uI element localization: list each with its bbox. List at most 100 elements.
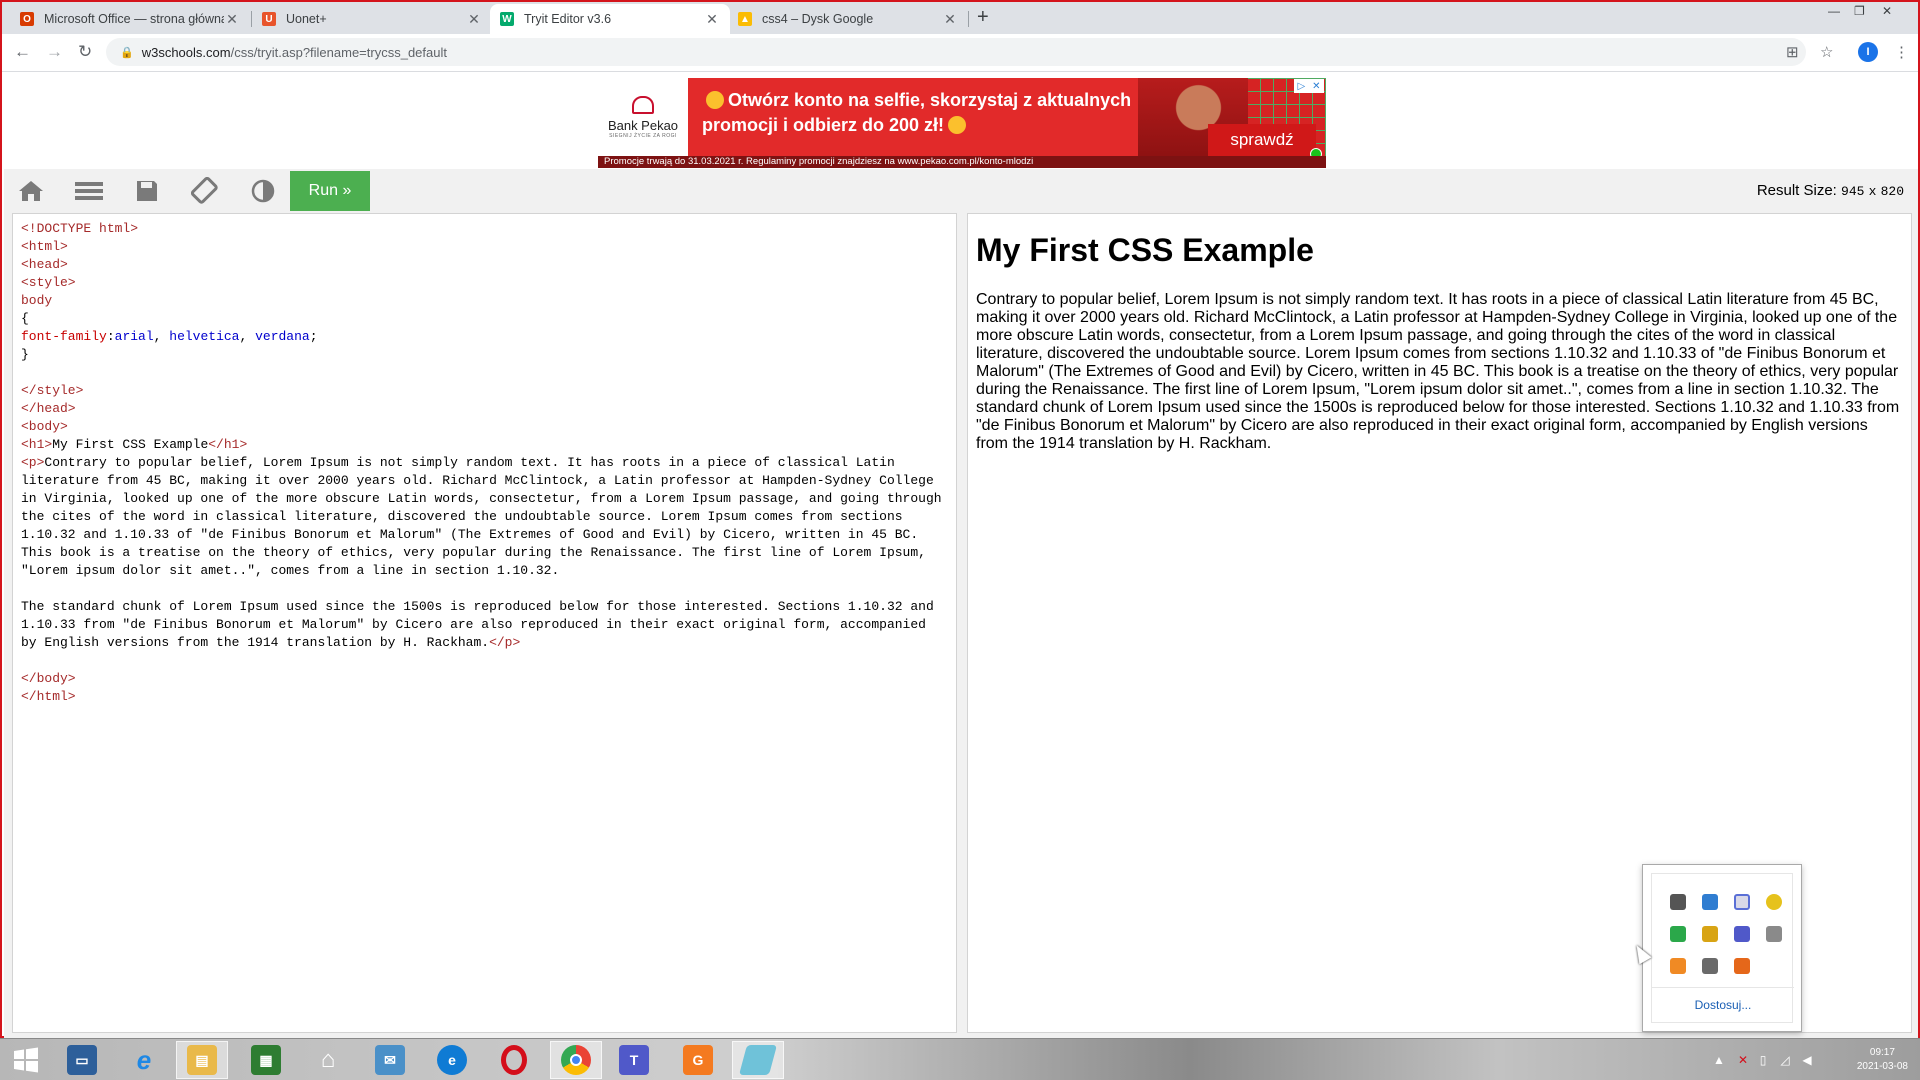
menu-icon[interactable] bbox=[74, 177, 104, 205]
taskbar-clock[interactable]: 09:17 2021-03-08 bbox=[1857, 1046, 1908, 1074]
save-icon[interactable] bbox=[132, 177, 162, 205]
tab-title: css4 – Dysk Google bbox=[762, 12, 874, 26]
rotate-icon[interactable] bbox=[190, 177, 220, 205]
tab-bar: O Microsoft Office — strona główna ✕ U U… bbox=[2, 2, 1918, 34]
close-icon[interactable]: ✕ bbox=[466, 11, 482, 28]
code-brace-close: } bbox=[21, 347, 29, 362]
code-body-open: <body> bbox=[21, 419, 68, 434]
url-host: w3schools.com bbox=[141, 44, 231, 60]
minimize-icon[interactable]: — bbox=[1828, 4, 1840, 18]
translate-icon[interactable]: ⊞ bbox=[1786, 43, 1799, 61]
wifi-icon[interactable]: ◿ bbox=[1778, 1053, 1792, 1067]
teams-icon[interactable] bbox=[1734, 926, 1750, 942]
clock-time: 09:17 bbox=[1869, 1047, 1895, 1058]
profile-avatar[interactable]: I bbox=[1858, 42, 1878, 62]
address-toolbar: ← → ↻ 🔒 w3schools.com /css/tryit.asp?fil… bbox=[2, 34, 1918, 72]
teams-app[interactable]: T bbox=[608, 1041, 660, 1079]
code-p-open: <p> bbox=[21, 455, 45, 470]
volume-icon[interactable]: ◀ bbox=[1800, 1053, 1814, 1067]
code-p-close: </p> bbox=[489, 635, 521, 650]
windows-taskbar: ▭ e ▤ ▦ ⌂ ✉ e T G ▲ ✕ ▯ ◿ ◀ 09:17 2021-0… bbox=[0, 1038, 1920, 1080]
code-head-open: <head> bbox=[21, 257, 68, 272]
show-hidden-icons-icon[interactable]: ▲ bbox=[1712, 1053, 1726, 1067]
teams-icon: T bbox=[619, 1045, 649, 1075]
ad-choices[interactable]: ▷ ✕ bbox=[1294, 79, 1324, 93]
close-icon[interactable]: ✕ bbox=[942, 11, 958, 28]
box-icon[interactable] bbox=[1702, 926, 1718, 942]
code-h1-open: <h1> bbox=[21, 437, 53, 452]
home-app[interactable]: ⌂ bbox=[302, 1041, 354, 1079]
adchoices-icon[interactable]: ▷ bbox=[1297, 81, 1305, 92]
pdf-app[interactable]: G bbox=[672, 1041, 724, 1079]
close-icon[interactable]: ✕ bbox=[1312, 81, 1320, 92]
url-path: /css/tryit.asp?filename=trycss_default bbox=[230, 44, 447, 60]
theme-icon[interactable] bbox=[248, 177, 278, 205]
start-button[interactable] bbox=[0, 1041, 52, 1079]
file-explorer[interactable]: ▤ bbox=[176, 1041, 228, 1079]
lenovo-app-icon: ▭ bbox=[67, 1045, 97, 1075]
microsoft-store[interactable]: ▦ bbox=[240, 1041, 292, 1079]
clock-date: 2021-03-08 bbox=[1856, 1061, 1908, 1072]
tab-uonet[interactable]: U Uonet+ ✕ bbox=[252, 4, 492, 34]
code-body-close: </body> bbox=[21, 671, 76, 686]
close-window-icon[interactable]: ✕ bbox=[1882, 4, 1892, 18]
close-icon[interactable]: ✕ bbox=[704, 11, 720, 28]
tryit-toolbar: Run » Result Size: 945 x 820 bbox=[4, 169, 1918, 213]
result-paragraph: Contrary to popular belief, Lorem Ipsum … bbox=[976, 291, 1900, 452]
code-value-1: arial bbox=[114, 329, 154, 344]
code-p-text-2: The standard chunk of Lorem Ipsum used s… bbox=[21, 599, 942, 650]
code-editor[interactable]: <!DOCTYPE html> <html> <head> <style> bo… bbox=[12, 213, 957, 1033]
lenovo-icon[interactable] bbox=[1670, 894, 1686, 910]
notepad-app[interactable] bbox=[732, 1041, 784, 1079]
tab-separator bbox=[968, 11, 969, 27]
network-error-icon[interactable]: ✕ bbox=[1736, 1053, 1750, 1067]
customize-link[interactable]: Dostosuj... bbox=[1652, 987, 1794, 1012]
internet-explorer[interactable]: e bbox=[118, 1041, 170, 1079]
close-icon[interactable]: ✕ bbox=[224, 11, 240, 28]
tray-icon-panel: Dostosuj... bbox=[1651, 873, 1794, 1023]
lock-icon[interactable]: 🔒 bbox=[120, 46, 134, 59]
new-tab-button[interactable]: + bbox=[977, 6, 989, 29]
pdf-icon[interactable] bbox=[1734, 958, 1750, 974]
network-drive-icon[interactable] bbox=[1702, 894, 1718, 910]
battery-icon[interactable]: ▯ bbox=[1756, 1053, 1770, 1067]
tab-google-drive[interactable]: ▲ css4 – Dysk Google ✕ bbox=[728, 4, 968, 34]
code-style-open: <style> bbox=[21, 275, 76, 290]
run-button[interactable]: Run » bbox=[290, 171, 370, 211]
mail-app[interactable]: ✉ bbox=[364, 1041, 416, 1079]
ad-banner[interactable]: Bank Pekao SIEGNIJ ŻYCIE ZA ROGI Otwórz … bbox=[598, 78, 1326, 168]
file-explorer-icon: ▤ bbox=[187, 1045, 217, 1075]
code-value-3: verdana bbox=[255, 329, 310, 344]
ad-headline-line-2: promocji i odbierz do 200 zł! bbox=[702, 115, 945, 135]
url-bar[interactable]: 🔒 w3schools.com /css/tryit.asp?filename=… bbox=[106, 38, 1806, 66]
forward-icon[interactable]: → bbox=[46, 42, 63, 62]
code-selector: body bbox=[21, 293, 53, 308]
bank-name: Bank Pekao bbox=[607, 117, 679, 133]
opera-browser[interactable] bbox=[488, 1041, 540, 1079]
reload-icon[interactable]: ↻ bbox=[78, 42, 92, 62]
chrome-browser[interactable] bbox=[550, 1041, 602, 1079]
google-drive-icon: ▲ bbox=[738, 12, 752, 26]
backup-icon[interactable] bbox=[1670, 958, 1686, 974]
edge-browser[interactable]: e bbox=[426, 1041, 478, 1079]
home-icon[interactable] bbox=[16, 177, 46, 205]
mail-icon: ✉ bbox=[375, 1045, 405, 1075]
code-head-close: </head> bbox=[21, 401, 76, 416]
ad-cta-button[interactable]: sprawdź bbox=[1208, 124, 1316, 156]
update-icon[interactable] bbox=[1766, 894, 1782, 910]
sunglasses-emoji-icon bbox=[948, 116, 967, 134]
internet-explorer-icon: e bbox=[136, 1044, 152, 1075]
back-icon[interactable]: ← bbox=[14, 42, 31, 62]
bookmark-star-icon[interactable]: ☆ bbox=[1820, 43, 1833, 61]
defender-icon[interactable] bbox=[1670, 926, 1686, 942]
restore-icon[interactable]: ❐ bbox=[1854, 4, 1865, 18]
printer-icon[interactable] bbox=[1702, 958, 1718, 974]
result-size-label: Result Size: bbox=[1756, 182, 1837, 199]
usb-icon[interactable] bbox=[1766, 926, 1782, 942]
bluetooth-icon[interactable] bbox=[1734, 894, 1750, 910]
result-x: x bbox=[1868, 184, 1877, 199]
tab-office[interactable]: O Microsoft Office — strona główna ✕ bbox=[10, 4, 250, 34]
menu-dots-icon[interactable]: ⋮ bbox=[1894, 43, 1909, 61]
tab-tryit-editor[interactable]: W Tryit Editor v3.6 ✕ bbox=[490, 4, 730, 34]
lenovo-app[interactable]: ▭ bbox=[56, 1041, 108, 1079]
